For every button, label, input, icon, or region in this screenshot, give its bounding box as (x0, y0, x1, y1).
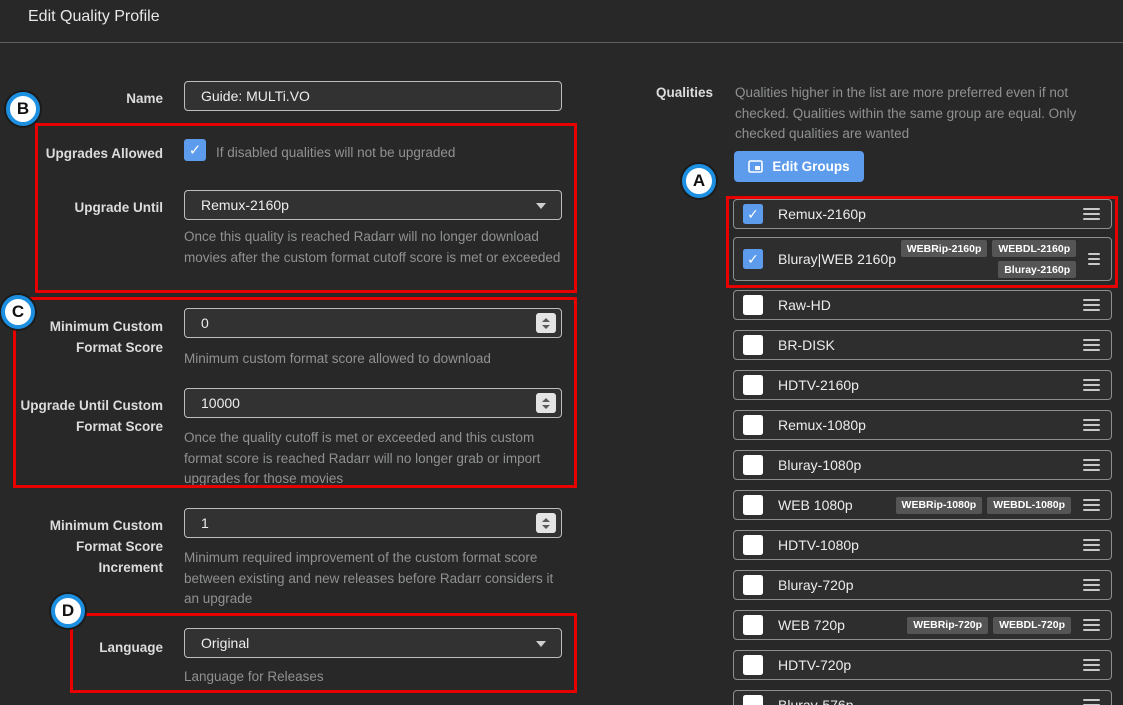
number-stepper-icon[interactable] (536, 513, 556, 533)
quality-checkbox[interactable] (743, 695, 763, 705)
quality-row[interactable]: Bluray-720p (733, 570, 1112, 600)
quality-label: Bluray-576p (778, 697, 854, 705)
language-label: Language (99, 640, 163, 655)
quality-checkbox[interactable] (743, 204, 763, 224)
quality-row[interactable]: HDTV-1080p (733, 530, 1112, 560)
edit-groups-button-label: Edit Groups (772, 159, 850, 174)
language-value: Original (201, 635, 250, 651)
header-divider (0, 42, 1123, 43)
quality-badge: WEBDL-1080p (987, 496, 1071, 514)
quality-checkbox[interactable] (743, 495, 763, 515)
quality-badge: WEBDL-720p (993, 616, 1071, 634)
quality-label: Bluray-1080p (778, 457, 862, 473)
qualities-label: Qualities (655, 85, 713, 100)
drag-handle-icon[interactable] (1083, 379, 1100, 391)
quality-label: BR-DISK (778, 337, 835, 353)
drag-handle-icon[interactable] (1083, 539, 1100, 551)
upgrades-allowed-label: Upgrades Allowed (45, 146, 163, 161)
quality-label: HDTV-2160p (778, 377, 859, 393)
quality-row[interactable]: WEB 1080p WEBRip-1080p WEBDL-1080p (733, 490, 1112, 520)
min-custom-format-score-input[interactable] (184, 308, 562, 338)
quality-row[interactable]: HDTV-2160p (733, 370, 1112, 400)
min-custom-format-score-increment-input[interactable] (184, 508, 562, 538)
drag-handle-icon[interactable] (1083, 659, 1100, 671)
quality-checkbox[interactable] (743, 335, 763, 355)
annotation-letter-a: A (682, 164, 716, 198)
quality-label: WEB 720p (778, 617, 845, 633)
quality-row[interactable]: Bluray-1080p (733, 450, 1112, 480)
quality-badge: WEBRip-1080p (895, 496, 983, 514)
edit-groups-icon (748, 160, 764, 173)
quality-checkbox[interactable] (743, 455, 763, 475)
number-stepper-icon[interactable] (536, 313, 556, 333)
upgrade-until-label: Upgrade Until (74, 200, 163, 215)
min-custom-format-score-increment-help: Minimum required improvement of the cust… (184, 550, 554, 606)
quality-label: Raw-HD (778, 297, 831, 313)
upgrade-until-custom-format-score-label: Upgrade Until Custom Format Score (20, 398, 163, 434)
chevron-down-icon (536, 641, 546, 647)
drag-handle-icon[interactable] (1088, 253, 1100, 265)
min-custom-format-score-help: Minimum custom format score allowed to d… (184, 351, 491, 366)
quality-row[interactable]: BR-DISK (733, 330, 1112, 360)
quality-label: HDTV-1080p (778, 537, 859, 553)
quality-badges: WEBRip-720p WEBDL-720p (907, 616, 1071, 634)
number-stepper-icon[interactable] (536, 393, 556, 413)
quality-label: HDTV-720p (778, 657, 852, 673)
edit-groups-button[interactable]: Edit Groups (734, 151, 864, 182)
quality-label: Remux-2160p (778, 206, 866, 222)
quality-label: Bluray-720p (778, 577, 854, 593)
quality-label: Bluray|WEB 2160p (778, 251, 897, 267)
quality-checkbox[interactable] (743, 575, 763, 595)
drag-handle-icon[interactable] (1083, 499, 1100, 511)
upgrade-until-help: Once this quality is reached Radarr will… (184, 229, 561, 265)
page-title: Edit Quality Profile (28, 8, 160, 25)
quality-badge: WEBDL-2160p (992, 240, 1077, 257)
name-label: Name (126, 91, 163, 106)
upgrade-until-custom-format-score-input[interactable] (184, 388, 562, 418)
quality-row[interactable]: Bluray|WEB 2160pWEBRip-2160pWEBDL-2160p B… (733, 237, 1112, 281)
upgrade-until-value: Remux-2160p (201, 197, 289, 213)
quality-label: WEB 1080p (778, 497, 853, 513)
upgrade-until-select[interactable]: Remux-2160p (184, 190, 562, 220)
quality-row[interactable]: Raw-HD (733, 290, 1112, 320)
quality-checkbox[interactable] (743, 415, 763, 435)
quality-row[interactable]: Remux-1080p (733, 410, 1112, 440)
qualities-help: Qualities higher in the list are more pr… (735, 85, 1077, 141)
drag-handle-icon[interactable] (1083, 339, 1100, 351)
drag-handle-icon[interactable] (1083, 699, 1100, 705)
annotation-letter-d: D (51, 594, 85, 628)
min-custom-format-score-increment-label: Minimum Custom Format Score Increment (49, 518, 163, 575)
quality-checkbox[interactable] (743, 375, 763, 395)
quality-checkbox[interactable] (743, 295, 763, 315)
quality-row[interactable]: HDTV-720p (733, 650, 1112, 680)
chevron-down-icon (536, 203, 546, 209)
drag-handle-icon[interactable] (1083, 579, 1100, 591)
language-help: Language for Releases (184, 669, 324, 684)
language-select[interactable]: Original (184, 628, 562, 658)
drag-handle-icon[interactable] (1083, 208, 1100, 220)
quality-badges: WEBRip-1080p WEBDL-1080p (895, 496, 1071, 514)
quality-badge: WEBRip-2160p (900, 240, 988, 257)
quality-row[interactable]: Bluray-576p (733, 690, 1112, 705)
quality-row[interactable]: Remux-2160p (733, 199, 1112, 229)
drag-handle-icon[interactable] (1083, 299, 1100, 311)
drag-handle-icon[interactable] (1083, 459, 1100, 471)
edit-quality-profile-dialog: Edit Quality Profile Name Upgrades Allow… (0, 0, 1123, 705)
min-custom-format-score-label: Minimum Custom Format Score (49, 319, 163, 355)
upgrade-until-custom-format-score-help: Once the quality cutoff is met or exceed… (184, 430, 541, 486)
upgrades-allowed-checkbox[interactable]: ✓ (184, 139, 206, 161)
upgrades-allowed-help: If disabled qualities will not be upgrad… (216, 145, 456, 160)
drag-handle-icon[interactable] (1083, 419, 1100, 431)
quality-checkbox[interactable] (743, 249, 763, 269)
quality-badge: WEBRip-720p (907, 616, 989, 634)
quality-row[interactable]: WEB 720p WEBRip-720p WEBDL-720p (733, 610, 1112, 640)
drag-handle-icon[interactable] (1083, 619, 1100, 631)
quality-badge: Bluray-2160p (998, 261, 1077, 278)
quality-label: Remux-1080p (778, 417, 866, 433)
quality-checkbox[interactable] (743, 655, 763, 675)
quality-checkbox[interactable] (743, 615, 763, 635)
name-input[interactable] (184, 81, 562, 111)
quality-checkbox[interactable] (743, 535, 763, 555)
quality-badges: WEBRip-2160p WEBDL-2160p Bluray-2160p (896, 240, 1077, 278)
